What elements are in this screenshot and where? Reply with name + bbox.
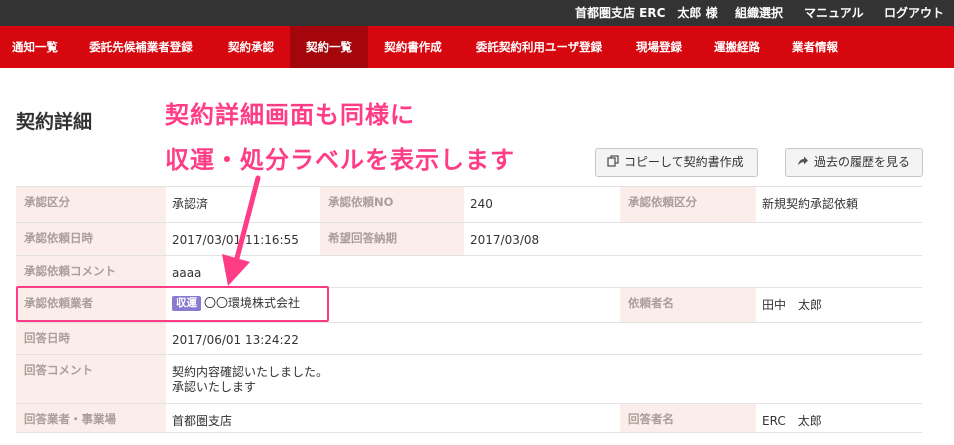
request-no-label: 承認依頼NO bbox=[320, 187, 464, 222]
view-history-button[interactable]: 過去の履歴を見る bbox=[785, 148, 923, 177]
logout-link[interactable]: ログアウト bbox=[884, 0, 944, 26]
manual-link[interactable]: マニュアル bbox=[804, 0, 864, 26]
page-title: 契約詳細 bbox=[16, 111, 93, 133]
copy-create-contract-button[interactable]: コピーして契約書作成 bbox=[595, 148, 758, 177]
request-vendor-label: 承認依頼業者 bbox=[16, 288, 166, 322]
approval-status-value: 承認済 bbox=[172, 197, 209, 211]
reply-office-label: 回答業者・事業場 bbox=[16, 404, 166, 432]
annotation-line-2: 収運・処分ラベルを表示します bbox=[165, 146, 515, 174]
reply-datetime-label: 回答日時 bbox=[16, 323, 166, 354]
share-arrow-icon bbox=[797, 149, 809, 176]
desired-reply-value: 2017/03/08 bbox=[470, 233, 540, 247]
tab-site-registration[interactable]: 現場登録 bbox=[620, 26, 698, 68]
requester-label: 依頼者名 bbox=[620, 288, 756, 322]
table-row: 回答日時 2017/06/01 13:24:22 bbox=[16, 322, 922, 354]
request-comment-label: 承認依頼コメント bbox=[16, 256, 166, 287]
table-row: 回答業者・事業場 首都圏支店 回答者名 ERC 太郎 bbox=[16, 403, 922, 433]
table-row: 承認依頼業者 収運 〇〇環境株式会社 依頼者名 田中 太郎 bbox=[16, 287, 922, 322]
tab-contract-list[interactable]: 契約一覧 bbox=[290, 26, 368, 68]
reply-datetime-value: 2017/06/01 13:24:22 bbox=[172, 333, 299, 347]
table-row: 承認区分 承認済 承認依頼NO 240 承認依頼区分 新規契約承認依頼 bbox=[16, 186, 922, 222]
reply-comment-line: 承認いたします bbox=[172, 380, 257, 394]
replier-label: 回答者名 bbox=[620, 404, 756, 432]
replier-value: ERC 太郎 bbox=[762, 414, 822, 428]
contract-detail-table: 承認区分 承認済 承認依頼NO 240 承認依頼区分 新規契約承認依頼 承認依頼… bbox=[16, 186, 922, 433]
user-name: 首都圏支店 ERC 太郎 様 bbox=[575, 6, 718, 20]
reply-comment-line: 契約内容確認いたしました。 bbox=[172, 365, 329, 379]
tab-candidate-vendor-registration[interactable]: 委託先候補業者登録 bbox=[70, 26, 212, 68]
vendor-name: 〇〇環境株式会社 bbox=[204, 296, 301, 310]
request-vendor-value: 収運 〇〇環境株式会社 bbox=[166, 288, 620, 322]
tab-vendor-info[interactable]: 業者情報 bbox=[776, 26, 854, 68]
annotation-line-1: 契約詳細画面も同様に bbox=[165, 101, 415, 129]
approval-status-label: 承認区分 bbox=[16, 187, 166, 222]
request-datetime-label: 承認依頼日時 bbox=[16, 223, 166, 255]
request-no-value: 240 bbox=[470, 197, 493, 211]
request-type-value: 新規契約承認依頼 bbox=[762, 197, 859, 211]
copy-button-label: コピーして契約書作成 bbox=[624, 155, 744, 169]
reply-comment-label: 回答コメント bbox=[16, 355, 166, 403]
tab-contract-approval[interactable]: 契約承認 bbox=[212, 26, 290, 68]
top-bar: 首都圏支店 ERC 太郎 様 組織選択 マニュアル ログアウト bbox=[0, 0, 954, 26]
tab-transport-route[interactable]: 運搬経路 bbox=[698, 26, 776, 68]
table-row: 承認依頼コメント aaaa bbox=[16, 255, 922, 287]
tab-notifications[interactable]: 通知一覧 bbox=[0, 26, 70, 68]
copy-icon bbox=[607, 149, 619, 176]
request-datetime-value: 2017/03/01 11:16:55 bbox=[172, 233, 299, 247]
org-select-link[interactable]: 組織選択 bbox=[735, 0, 783, 26]
history-button-label: 過去の履歴を見る bbox=[814, 155, 911, 169]
tab-contract-creation[interactable]: 契約書作成 bbox=[368, 26, 458, 68]
table-row: 承認依頼日時 2017/03/01 11:16:55 希望回答納期 2017/0… bbox=[16, 222, 922, 255]
requester-value: 田中 太郎 bbox=[762, 298, 823, 312]
desired-reply-label: 希望回答納期 bbox=[320, 223, 464, 255]
tab-contract-user-registration[interactable]: 委託契約利用ユーザ登録 bbox=[458, 26, 620, 68]
request-type-label: 承認依頼区分 bbox=[620, 187, 756, 222]
reply-comment-value: 契約内容確認いたしました。 承認いたします bbox=[166, 355, 922, 403]
main-nav: 通知一覧 委託先候補業者登録 契約承認 契約一覧 契約書作成 委託契約利用ユーザ… bbox=[0, 26, 954, 68]
request-comment-value: aaaa bbox=[172, 266, 202, 280]
reply-office-value: 首都圏支店 bbox=[172, 414, 233, 428]
collection-transport-badge: 収運 bbox=[172, 296, 201, 311]
table-row: 回答コメント 契約内容確認いたしました。 承認いたします bbox=[16, 354, 922, 403]
